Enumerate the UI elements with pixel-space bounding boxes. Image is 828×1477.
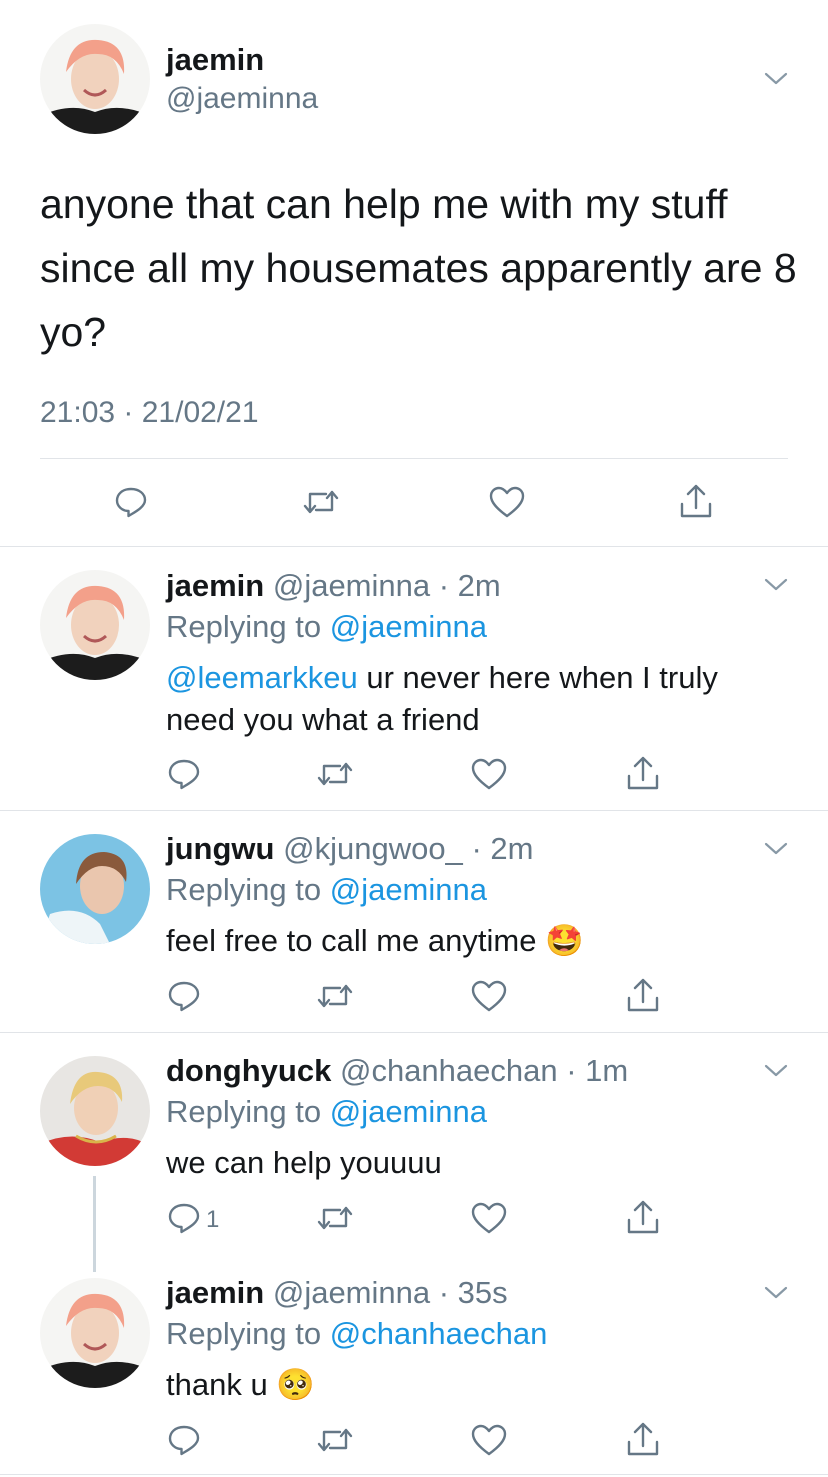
reply-text: @leemarkkeu ur never here when I truly n… (166, 657, 766, 741)
tweet-text: anyone that can help me with my stuff si… (40, 181, 797, 355)
share-icon[interactable] (624, 976, 662, 1016)
reply-text: we can help youuuu (166, 1145, 442, 1180)
retweet-icon[interactable] (301, 484, 341, 520)
retweet-icon[interactable] (315, 1422, 355, 1458)
avatar[interactable] (40, 834, 150, 944)
like-icon[interactable] (470, 978, 508, 1014)
author-name[interactable]: jungwu (166, 831, 274, 866)
replying-to-link[interactable]: @chanhaechan (330, 1316, 548, 1351)
chevron-down-icon[interactable] (762, 1056, 790, 1084)
retweet-icon[interactable] (315, 978, 355, 1014)
author-handle[interactable]: @jaeminna (166, 82, 318, 116)
tweet-time: · 1m (566, 1053, 629, 1088)
pleading-face-emoji: 🥺 (276, 1367, 315, 1402)
reply-icon[interactable] (113, 484, 149, 520)
thread-line (93, 1176, 96, 1272)
replying-to-link[interactable]: @jaeminna (330, 1094, 487, 1129)
author-handle[interactable]: @jaeminna (273, 568, 430, 603)
author-name[interactable]: jaemin (166, 42, 264, 78)
divider (0, 1032, 828, 1033)
chevron-down-icon[interactable] (762, 834, 790, 862)
like-icon[interactable] (488, 484, 526, 520)
chevron-down-icon[interactable] (762, 64, 790, 92)
reply-icon[interactable] (166, 1422, 202, 1458)
reply-text-body: thank u (166, 1367, 268, 1402)
replying-to-link[interactable]: @jaeminna (330, 609, 487, 644)
mention-link[interactable]: @leemarkkeu (166, 660, 358, 695)
avatar[interactable] (40, 1278, 150, 1388)
author-handle[interactable]: @jaeminna (273, 1275, 430, 1310)
divider (0, 1474, 828, 1475)
divider (40, 458, 788, 459)
avatar[interactable] (40, 24, 150, 134)
share-icon[interactable] (624, 754, 662, 794)
author-name[interactable]: jaemin (166, 568, 264, 603)
reply-text: thank u 🥺 (166, 1364, 766, 1406)
author-name[interactable]: donghyuck (166, 1053, 331, 1088)
retweet-icon[interactable] (315, 756, 355, 792)
chevron-down-icon[interactable] (762, 570, 790, 598)
replying-label: Replying to (166, 1316, 322, 1351)
tweet-timestamp[interactable]: 21:03 · 21/02/21 (40, 396, 259, 430)
replying-label: Replying to (166, 872, 322, 907)
share-icon[interactable] (624, 1420, 662, 1460)
share-icon[interactable] (624, 1198, 662, 1238)
author-name[interactable]: jaemin (166, 1275, 264, 1310)
reply-icon[interactable] (166, 978, 202, 1014)
divider (0, 810, 828, 811)
reply-icon[interactable] (166, 756, 202, 792)
reply-text: feel free to call me anytime 🤩 (166, 920, 766, 962)
like-icon[interactable] (470, 756, 508, 792)
like-icon[interactable] (470, 1200, 508, 1236)
share-icon[interactable] (677, 482, 715, 522)
replying-label: Replying to (166, 1094, 322, 1129)
avatar[interactable] (40, 1056, 150, 1166)
author-handle[interactable]: @chanhaechan (340, 1053, 558, 1088)
like-icon[interactable] (470, 1422, 508, 1458)
tweet-time: · 2m (471, 831, 534, 866)
replying-to-link[interactable]: @jaeminna (330, 872, 487, 907)
tweet-time: · 35s (438, 1275, 508, 1310)
divider (0, 546, 828, 547)
tweet-time: · 2m (438, 568, 501, 603)
chevron-down-icon[interactable] (762, 1278, 790, 1306)
reply-text-body: feel free to call me anytime (166, 923, 537, 958)
reply-icon[interactable] (166, 1200, 202, 1236)
author-handle[interactable]: @kjungwoo_ (283, 831, 463, 866)
retweet-icon[interactable] (315, 1200, 355, 1236)
avatar[interactable] (40, 570, 150, 680)
star-struck-emoji: 🤩 (545, 923, 584, 958)
reply-count: 1 (206, 1206, 220, 1233)
replying-label: Replying to (166, 609, 322, 644)
